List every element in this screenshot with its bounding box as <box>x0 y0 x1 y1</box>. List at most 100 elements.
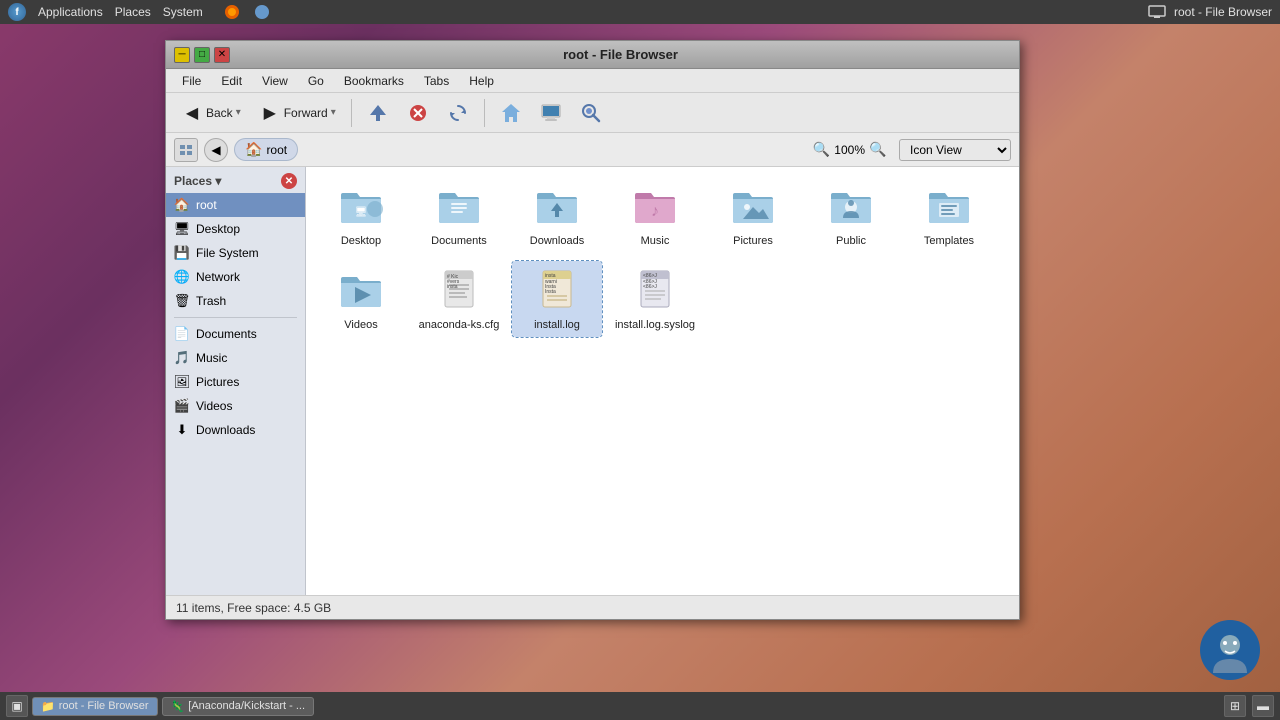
avatar-widget[interactable] <box>1200 620 1260 680</box>
back-button[interactable]: ◀ Back ▾ <box>174 98 248 128</box>
folder-videos[interactable]: Videos <box>316 261 406 337</box>
sidebar-item-filesystem-label: File System <box>196 246 259 260</box>
menu-go[interactable]: Go <box>300 72 332 90</box>
file-install-log[interactable]: insta warni Insta Insta install.log <box>512 261 602 337</box>
firefox-icon[interactable] <box>223 3 241 21</box>
file-install-log-syslog[interactable]: <86>J <86>J <86>J install.log.syslog <box>610 261 700 337</box>
svg-text:♪: ♪ <box>651 203 659 220</box>
sidebar-sep <box>174 317 297 318</box>
install-log-syslog-icon: <86>J <86>J <86>J <box>631 267 679 315</box>
sidebar-item-videos[interactable]: 🎬 Videos <box>166 394 305 418</box>
forward-button[interactable]: ▶ Forward ▾ <box>252 98 343 128</box>
up-button[interactable] <box>360 98 396 128</box>
menu-bookmarks[interactable]: Bookmarks <box>336 72 412 90</box>
taskbar-right-area: ⊞ ▬ <box>1224 695 1274 717</box>
system-menu[interactable]: System <box>163 5 203 19</box>
sidebar-item-root[interactable]: 🏠 root <box>166 193 305 217</box>
anaconda-cfg-icon: # Kic #vers insta <box>435 267 483 315</box>
folder-music[interactable]: ♪ Music <box>610 177 700 253</box>
sidebar-item-trash[interactable]: 🗑 Trash <box>166 289 305 313</box>
username-label: root - File Browser <box>1174 5 1272 19</box>
sidebar-item-documents[interactable]: 📄 Documents <box>166 322 305 346</box>
sidebar-item-pictures[interactable]: 🖼 Pictures <box>166 370 305 394</box>
folder-downloads[interactable]: Downloads <box>512 177 602 253</box>
zoom-out-button[interactable]: 🔍 <box>812 141 830 159</box>
breadcrumb-back-button[interactable]: ◀ <box>204 138 228 162</box>
zoom-in-button[interactable]: 🔍 <box>869 141 887 159</box>
folder-desktop[interactable]: 🖥 Desktop <box>316 177 406 253</box>
install-log-label: install.log <box>534 319 580 331</box>
taskbar-left-icons: ▣ <box>6 695 28 717</box>
places-menu[interactable]: Places <box>115 5 151 19</box>
minimize-button[interactable]: ─ <box>174 47 190 63</box>
stop-icon <box>407 102 429 124</box>
sidebar-item-music-label: Music <box>196 351 227 365</box>
reload-button[interactable] <box>440 98 476 128</box>
svg-text:Insta: Insta <box>545 289 556 295</box>
toggle-view-button[interactable] <box>174 138 198 162</box>
install-log-icon: insta warni Insta Insta <box>533 267 581 315</box>
taskbar-item-anaconda[interactable]: 🦎 [Anaconda/Kickstart - ... <box>162 697 314 716</box>
menu-edit[interactable]: Edit <box>213 72 250 90</box>
applications-menu[interactable]: Applications <box>38 5 103 19</box>
computer-toolbar-icon <box>540 102 562 124</box>
menubar: File Edit View Go Bookmarks Tabs Help <box>166 69 1019 93</box>
install-log-syslog-label: install.log.syslog <box>615 319 695 331</box>
sidebar-item-downloads[interactable]: ⬇ Downloads <box>166 418 305 442</box>
sidebar-item-downloads-label: Downloads <box>196 423 255 437</box>
folder-documents[interactable]: Documents <box>414 177 504 253</box>
network-icon: 🌐 <box>174 269 190 285</box>
folder-videos-icon <box>337 267 385 315</box>
sidebar-item-music[interactable]: 🎵 Music <box>166 346 305 370</box>
maximize-button[interactable]: □ <box>194 47 210 63</box>
sidebar-item-desktop[interactable]: 🖥 Desktop <box>166 217 305 241</box>
window-titlebar: ─ □ ✕ root - File Browser <box>166 41 1019 69</box>
view-mode-selector[interactable]: Icon View List View Compact View <box>899 139 1011 161</box>
folder-desktop-label: Desktop <box>341 235 381 247</box>
folder-public[interactable]: Public <box>806 177 896 253</box>
folder-pictures[interactable]: Pictures <box>708 177 798 253</box>
location-text: root <box>266 143 287 157</box>
sidebar-item-network[interactable]: 🌐 Network <box>166 265 305 289</box>
screen-icon[interactable] <box>1148 3 1166 21</box>
file-area: 🖥 Desktop Documents <box>306 167 1019 595</box>
toolbar-sep-1 <box>351 99 352 127</box>
places-label: Places ▾ <box>174 174 221 188</box>
statusbar: 11 items, Free space: 4.5 GB <box>166 595 1019 619</box>
svg-text:<86>J: <86>J <box>643 284 657 290</box>
close-button[interactable]: ✕ <box>214 47 230 63</box>
menu-help[interactable]: Help <box>461 72 502 90</box>
home-toolbar-icon <box>500 102 522 124</box>
sidebar-item-videos-label: Videos <box>196 399 232 413</box>
panel-icon-2[interactable] <box>253 3 271 21</box>
folder-templates-label: Templates <box>924 235 974 247</box>
taskbar-window-list-button[interactable]: ⊞ <box>1224 695 1246 717</box>
location-pill[interactable]: 🏠 root <box>234 138 298 161</box>
menu-file[interactable]: File <box>174 72 209 90</box>
back-dropdown-icon: ▾ <box>236 107 241 118</box>
forward-icon: ▶ <box>259 102 281 124</box>
search-icon <box>580 102 602 124</box>
menu-view[interactable]: View <box>254 72 296 90</box>
zoom-level: 100% <box>834 143 865 157</box>
folder-downloads-label: Downloads <box>530 235 584 247</box>
home-button[interactable] <box>493 98 529 128</box>
search-button[interactable] <box>573 98 609 128</box>
taskbar-item-file-browser[interactable]: 📁 root - File Browser <box>32 697 158 716</box>
stop-button[interactable] <box>400 98 436 128</box>
file-anaconda-cfg[interactable]: # Kic #vers insta anaconda-ks.cfg <box>414 261 504 337</box>
folder-templates[interactable]: Templates <box>904 177 994 253</box>
computer-button[interactable] <box>533 98 569 128</box>
sidebar-item-filesystem[interactable]: 💾 File System <box>166 241 305 265</box>
sidebar-close-button[interactable]: ✕ <box>281 173 297 189</box>
taskbar-fb-label: root - File Browser <box>59 700 149 712</box>
taskbar-show-desktop-button[interactable]: ▬ <box>1252 695 1274 717</box>
statusbar-text: 11 items, Free space: 4.5 GB <box>176 601 331 615</box>
filesystem-icon: 💾 <box>174 245 190 261</box>
menu-tabs[interactable]: Tabs <box>416 72 457 90</box>
sidebar-item-documents-label: Documents <box>196 327 257 341</box>
folder-pictures-label: Pictures <box>733 235 773 247</box>
folder-music-label: Music <box>641 235 670 247</box>
locationbar: ◀ 🏠 root 🔍 100% 🔍 Icon View List View Co… <box>166 133 1019 167</box>
taskbar-icon-show-desktop[interactable]: ▣ <box>6 695 28 717</box>
